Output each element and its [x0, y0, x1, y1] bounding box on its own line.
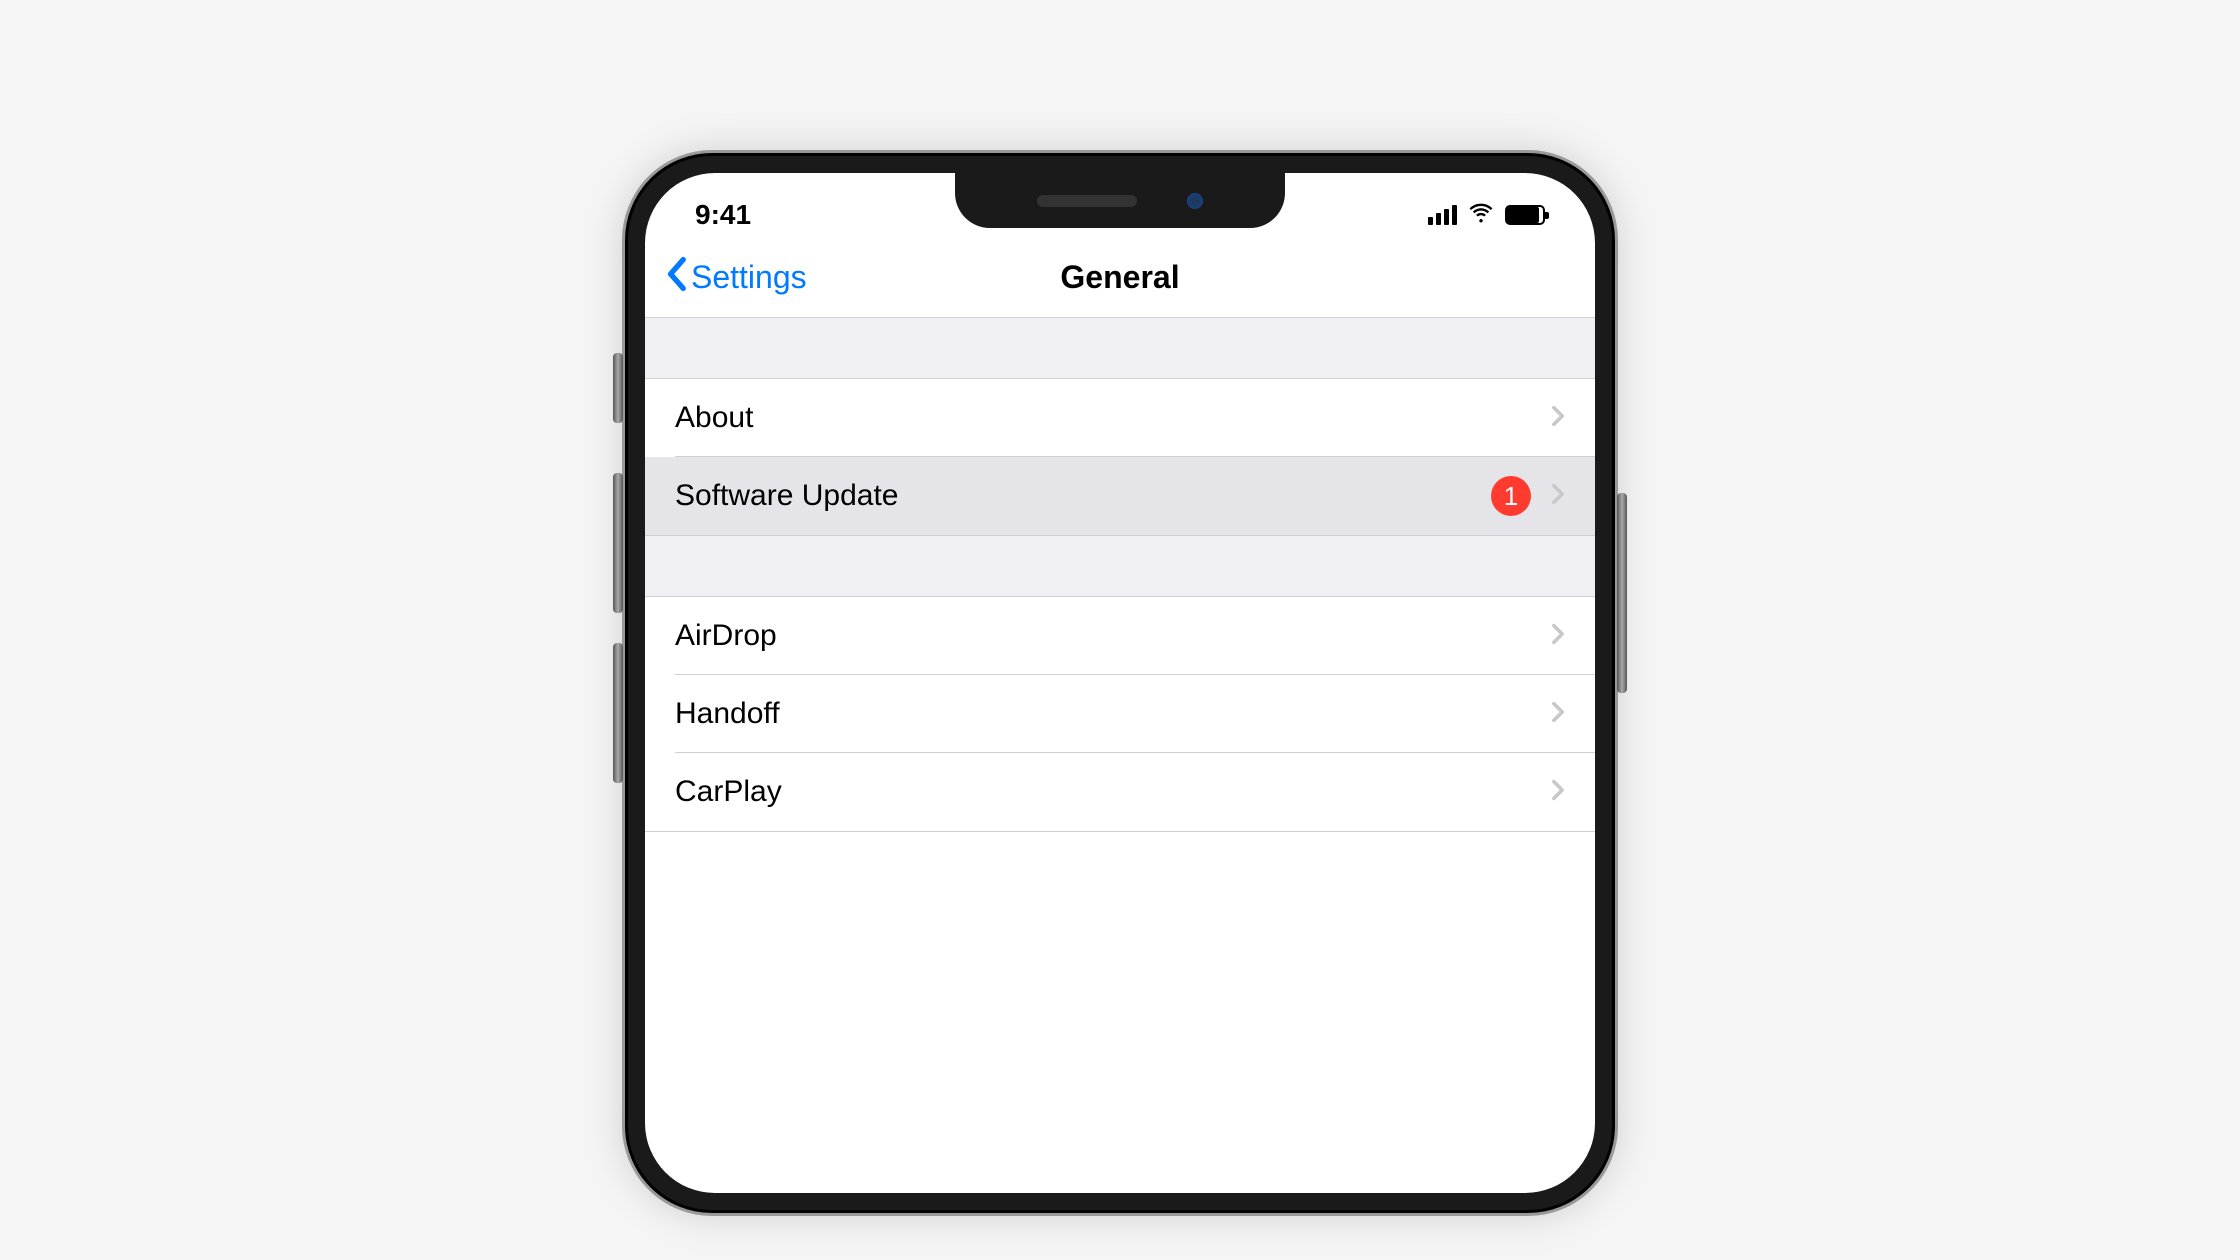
notch: [955, 173, 1285, 228]
list-group: About Software Update 1: [645, 378, 1595, 536]
cellular-signal-icon: [1428, 205, 1457, 225]
phone-frame: 9:41 Settin: [622, 150, 1618, 1216]
power-button[interactable]: [1617, 493, 1627, 693]
back-label: Settings: [691, 259, 807, 296]
list-item-airdrop[interactable]: AirDrop: [645, 597, 1595, 675]
chevron-left-icon: [665, 256, 687, 300]
back-button[interactable]: Settings: [665, 256, 807, 300]
chevron-right-icon: [1551, 482, 1565, 511]
list-item-about[interactable]: About: [645, 379, 1595, 457]
chevron-right-icon: [1551, 700, 1565, 729]
list-group: AirDrop Handoff CarPlay: [645, 596, 1595, 832]
group-spacer: [645, 318, 1595, 378]
list-item-software-update[interactable]: Software Update 1: [645, 457, 1595, 535]
battery-icon: [1505, 205, 1545, 225]
volume-up-button[interactable]: [613, 473, 623, 613]
list-item-label: Handoff: [675, 697, 1551, 731]
list-item-label: Software Update: [675, 479, 1491, 513]
screen: 9:41 Settin: [645, 173, 1595, 1193]
status-time: 9:41: [695, 199, 751, 231]
front-camera: [1187, 193, 1203, 209]
list-item-carplay[interactable]: CarPlay: [645, 753, 1595, 831]
list-item-label: About: [675, 401, 1551, 435]
group-spacer: [645, 536, 1595, 596]
notification-badge: 1: [1491, 476, 1531, 516]
wifi-icon: [1467, 198, 1495, 231]
status-icons: [1428, 198, 1545, 231]
list-item-label: AirDrop: [675, 619, 1551, 653]
list-item-handoff[interactable]: Handoff: [645, 675, 1595, 753]
content: About Software Update 1 AirDrop: [645, 318, 1595, 832]
chevron-right-icon: [1551, 622, 1565, 651]
chevron-right-icon: [1551, 778, 1565, 807]
page-title: General: [1060, 259, 1179, 296]
volume-down-button[interactable]: [613, 643, 623, 783]
mute-switch[interactable]: [613, 353, 623, 423]
nav-bar: Settings General: [645, 238, 1595, 318]
speaker: [1037, 195, 1137, 207]
chevron-right-icon: [1551, 404, 1565, 433]
list-item-label: CarPlay: [675, 775, 1551, 809]
